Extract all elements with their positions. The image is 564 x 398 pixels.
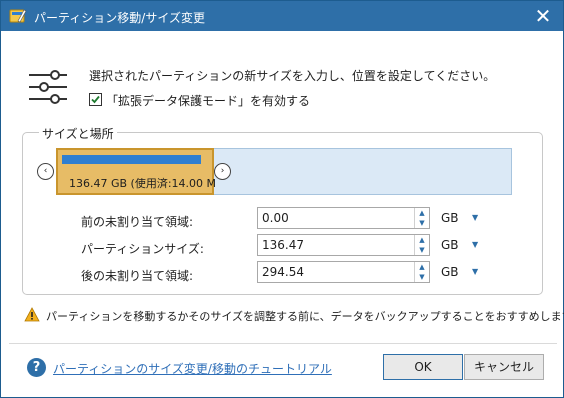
chevron-left-icon: ‹ (43, 166, 48, 176)
size-location-title: サイズと場所 (39, 125, 117, 142)
decrement-icon[interactable]: ▼ (415, 245, 429, 255)
footer-divider (9, 343, 557, 344)
extended-protection-label: 「拡張データ保護モード」を有効する (106, 94, 311, 108)
instruction-text: 選択されたパーティションの新サイズを入力し、位置を設定してください。 (89, 69, 496, 83)
title-bar: パーティション移動/サイズ変更 ✕ (1, 1, 563, 31)
partition-size-label-row: パーティションサイズ: (81, 242, 204, 256)
sliders-icon (29, 70, 67, 104)
unallocated-after-spin: ▲ ▼ (414, 262, 429, 282)
unallocated-before-unit: GB (441, 211, 459, 225)
extended-protection-checkbox[interactable] (89, 93, 102, 106)
close-button[interactable]: ✕ (523, 1, 563, 31)
unallocated-after-stepper[interactable]: ▲ ▼ (257, 261, 430, 283)
partition-usage-bar (62, 155, 201, 164)
unallocated-after-unit: GB (441, 265, 459, 279)
partition-block[interactable]: 136.47 GB (使用済:14.00 M (56, 148, 217, 195)
close-icon: ✕ (534, 4, 552, 28)
move-right-button[interactable]: › (214, 163, 231, 180)
increment-icon[interactable]: ▲ (415, 262, 429, 272)
decrement-icon[interactable]: ▼ (415, 218, 429, 228)
checkmark-icon (91, 95, 100, 104)
unallocated-before-stepper[interactable]: ▲ ▼ (257, 207, 430, 229)
decrement-icon[interactable]: ▼ (415, 272, 429, 282)
unit-dropdown-icon[interactable]: ▼ (472, 267, 484, 276)
increment-icon[interactable]: ▲ (415, 235, 429, 245)
unallocated-after-label: 後の未割り当て領域: (81, 269, 194, 283)
tutorial-link[interactable]: パーティションのサイズ変更/移動のチュートリアル (53, 360, 332, 377)
partition-wizard-app-icon (9, 9, 27, 23)
help-icon[interactable]: ? (27, 358, 46, 377)
unit-dropdown-icon[interactable]: ▼ (472, 213, 484, 222)
unallocated-before-input[interactable] (262, 210, 412, 226)
window-title: パーティション移動/サイズ変更 (34, 11, 205, 25)
backup-warning-text: パーティションを移動するかそのサイズを調整する前に、データをバックアップすること… (46, 310, 564, 323)
partition-size-spin: ▲ ▼ (414, 235, 429, 255)
chevron-right-icon: › (220, 166, 225, 176)
warning-icon (24, 307, 40, 322)
ok-button[interactable]: OK (383, 354, 463, 380)
dialog-window: パーティション移動/サイズ変更 ✕ 選択されたパーティションの新サイズを入力し、… (0, 0, 564, 398)
unallocated-before-spin: ▲ ▼ (414, 208, 429, 228)
partition-size-unit: GB (441, 238, 459, 252)
partition-size-label: 136.47 GB (使用済:14.00 M (69, 177, 217, 190)
cancel-button[interactable]: キャンセル (464, 354, 544, 380)
partition-size-stepper[interactable]: ▲ ▼ (257, 234, 430, 256)
unit-dropdown-icon[interactable]: ▼ (472, 240, 484, 249)
increment-icon[interactable]: ▲ (415, 208, 429, 218)
unallocated-after-input[interactable] (262, 264, 412, 280)
partition-size-input[interactable] (262, 237, 412, 253)
unallocated-before-label: 前の未割り当て領域: (81, 215, 194, 229)
move-left-button[interactable]: ‹ (37, 163, 54, 180)
